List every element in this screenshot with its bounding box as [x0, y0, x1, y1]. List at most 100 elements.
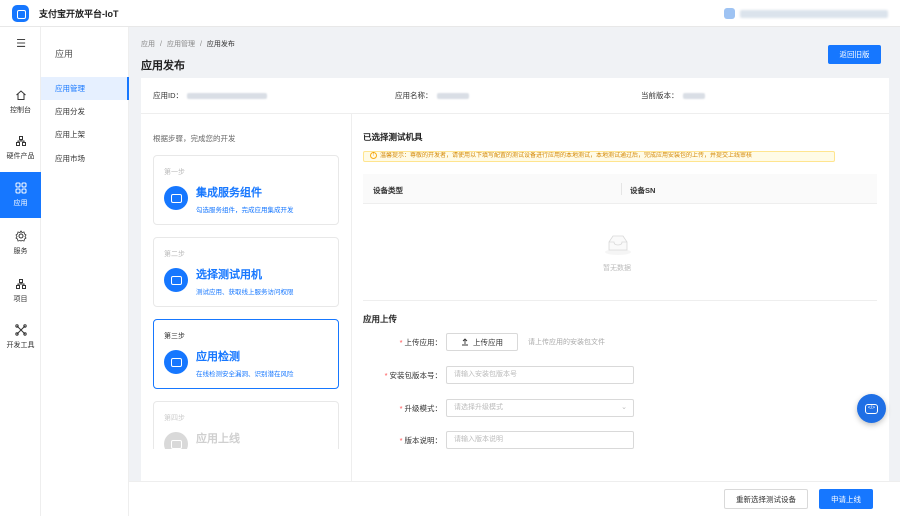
step-name: 应用上线 [196, 433, 240, 445]
rail-item-dev-tools[interactable]: 开发工具 [0, 314, 41, 360]
form-row-upload: * 上传应用： 上传应用 请上传应用的安装包文件 [363, 333, 605, 351]
app-grid-icon [15, 182, 26, 194]
submenu-item-app-management[interactable]: 应用管理 [41, 77, 129, 100]
devices-empty-state: 暂无数据 [363, 205, 877, 301]
action-footer: 重新选择测试设备 申请上线 [129, 481, 900, 516]
chevron-down-icon: ⌄ [621, 404, 627, 411]
upload-hint: 请上传应用的安装包文件 [528, 339, 605, 346]
rail-item-label: 服务 [13, 248, 28, 255]
step-card-select-device[interactable]: 第二步 选择测试用机 测试应用、获取线上服务访问权限 [153, 237, 339, 307]
devices-section-title: 已选择测试机具 [363, 132, 423, 142]
rail-item-label: 开发工具 [6, 342, 35, 349]
empty-box-icon [605, 235, 631, 255]
current-version-label: 当前版本： [641, 91, 679, 100]
rail-item-services[interactable]: 服务 [0, 220, 41, 266]
account-area[interactable] [724, 8, 888, 19]
upgrade-mode-placeholder: 请选择升级模式 [454, 404, 503, 411]
project-icon [15, 279, 26, 289]
submenu-item-app-market[interactable]: 应用市场 [41, 147, 129, 170]
step-number: 第一步 [164, 169, 185, 176]
rail-item-label: 应用 [13, 200, 28, 207]
column-header-device-type: 设备类型 [373, 186, 403, 195]
step-number: 第二步 [164, 251, 185, 258]
current-version-value-blurred [682, 92, 705, 99]
warm-tip-notice: ! 温馨提示：尊敬的开发者，请使用以下填写配置的测试设备进行应用的本地测试，本地测… [363, 151, 835, 162]
rail-item-projects[interactable]: 项目 [0, 268, 41, 314]
app-id-label: 应用ID： [153, 91, 183, 100]
step-description: 勾选服务组件，完成应用集成开发 [196, 207, 294, 214]
main-nav-rail: ☰ 控制台 硬件产品 应用 服务 项目 开发工具 [0, 27, 41, 516]
reselect-test-device-button[interactable]: 重新选择测试设备 [724, 489, 808, 509]
floating-dev-assistant-button[interactable]: </> [857, 394, 886, 423]
version-description-input[interactable]: 请输入版本说明 [446, 431, 634, 449]
divider [351, 114, 352, 481]
hardware-icon [15, 136, 26, 146]
version-desc-label: 版本说明： [404, 435, 443, 445]
step-description: 在线检测安全漏洞、识别潜在风险 [196, 371, 294, 378]
current-version-info: 当前版本： [641, 90, 705, 101]
step-name: 集成服务组件 [196, 187, 262, 199]
app-name-value-blurred [436, 92, 469, 99]
rail-item-label: 控制台 [10, 107, 31, 114]
code-icon: </> [865, 403, 878, 414]
app-id-value-blurred [187, 92, 267, 99]
submenu-item-app-distribution[interactable]: 应用分发 [41, 100, 129, 123]
devices-table-header: 设备类型 设备SN [363, 174, 877, 204]
step-number: 第三步 [164, 333, 185, 340]
submenu-title: 应用 [55, 49, 74, 59]
breadcrumb-current: 应用发布 [206, 41, 235, 48]
rail-item-apps[interactable]: 应用 [0, 172, 41, 218]
platform-brand: 支付宝开放平台-IoT [39, 8, 119, 19]
form-row-upgrade-mode: * 升级模式： 请选择升级模式 ⌄ [363, 399, 634, 417]
step-card-integrate[interactable]: 第一步 集成服务组件 勾选服务组件，完成应用集成开发 [153, 155, 339, 225]
app-id-info: 应用ID： [153, 90, 267, 101]
rail-item-hardware[interactable]: 硬件产品 [0, 125, 41, 171]
menu-collapse-icon[interactable]: ☰ [15, 39, 27, 50]
upload-icon [462, 338, 468, 346]
layers-icon [164, 186, 188, 210]
app-submenu: 应用 应用管理 应用分发 应用上架 应用市场 [41, 27, 129, 516]
app-name-info: 应用名称： [395, 90, 469, 101]
submenu-item-app-listing[interactable]: 应用上架 [41, 123, 129, 146]
back-to-old-version-button[interactable]: 返回旧版 [828, 45, 881, 64]
warning-icon: ! [370, 152, 377, 159]
step-number: 第四步 [164, 415, 185, 422]
version-label: 安装包版本号： [389, 370, 443, 380]
breadcrumb-item[interactable]: 应用 [141, 41, 155, 48]
package-version-input[interactable]: 请输入安装包版本号 [446, 366, 634, 384]
app-name-label: 应用名称： [395, 91, 433, 100]
launch-icon [164, 432, 188, 449]
platform-logo-icon[interactable] [12, 4, 29, 22]
form-row-version: * 安装包版本号： 请输入安装包版本号 [363, 366, 634, 384]
rail-item-console[interactable]: 控制台 [0, 79, 41, 125]
upload-app-button[interactable]: 上传应用 [446, 333, 518, 351]
apply-go-live-button[interactable]: 申请上线 [819, 489, 873, 509]
empty-text: 暂无数据 [603, 265, 631, 272]
column-header-device-sn: 设备SN [630, 186, 656, 195]
service-gear-icon [14, 230, 27, 242]
step-name: 选择测试用机 [196, 269, 262, 281]
avatar[interactable] [724, 8, 735, 19]
dev-tools-icon [14, 324, 27, 336]
step-name: 应用检测 [196, 351, 240, 363]
top-bar: 支付宝开放平台-IoT [0, 0, 900, 27]
breadcrumb: 应用 / 应用管理 / 应用发布 [141, 41, 235, 48]
rail-item-label: 硬件产品 [6, 153, 35, 160]
upload-section-title: 应用上传 [363, 314, 398, 324]
upgrade-mode-label: 升级模式： [404, 403, 443, 413]
step-card-go-live[interactable]: 第四步 应用上线 [153, 401, 339, 449]
page-title: 应用发布 [141, 60, 185, 72]
upgrade-mode-select[interactable]: 请选择升级模式 ⌄ [446, 399, 634, 417]
breadcrumb-item[interactable]: 应用管理 [167, 41, 195, 48]
scan-device-icon [164, 350, 188, 374]
upload-button-label: 上传应用 [473, 337, 503, 347]
step-description: 测试应用、获取线上服务访问权限 [196, 289, 294, 296]
form-row-version-desc: * 版本说明： 请输入版本说明 [363, 431, 634, 449]
upload-label: 上传应用： [404, 337, 443, 347]
step-card-app-check[interactable]: 第三步 应用检测 在线检测安全漏洞、识别潜在风险 [153, 319, 339, 389]
steps-list: 第一步 集成服务组件 勾选服务组件，完成应用集成开发 第二步 选择测试用机 测试… [141, 114, 351, 449]
notice-text: 温馨提示：尊敬的开发者，请使用以下填写配置的测试设备进行应用的本地测试，本地测试… [380, 153, 753, 160]
account-name-blurred[interactable] [740, 9, 888, 18]
publish-card: 应用ID： 应用名称： 当前版本： 根据步骤，完成您的开发 第一步 集成服务组件… [141, 78, 889, 481]
rail-item-label: 项目 [13, 296, 28, 303]
